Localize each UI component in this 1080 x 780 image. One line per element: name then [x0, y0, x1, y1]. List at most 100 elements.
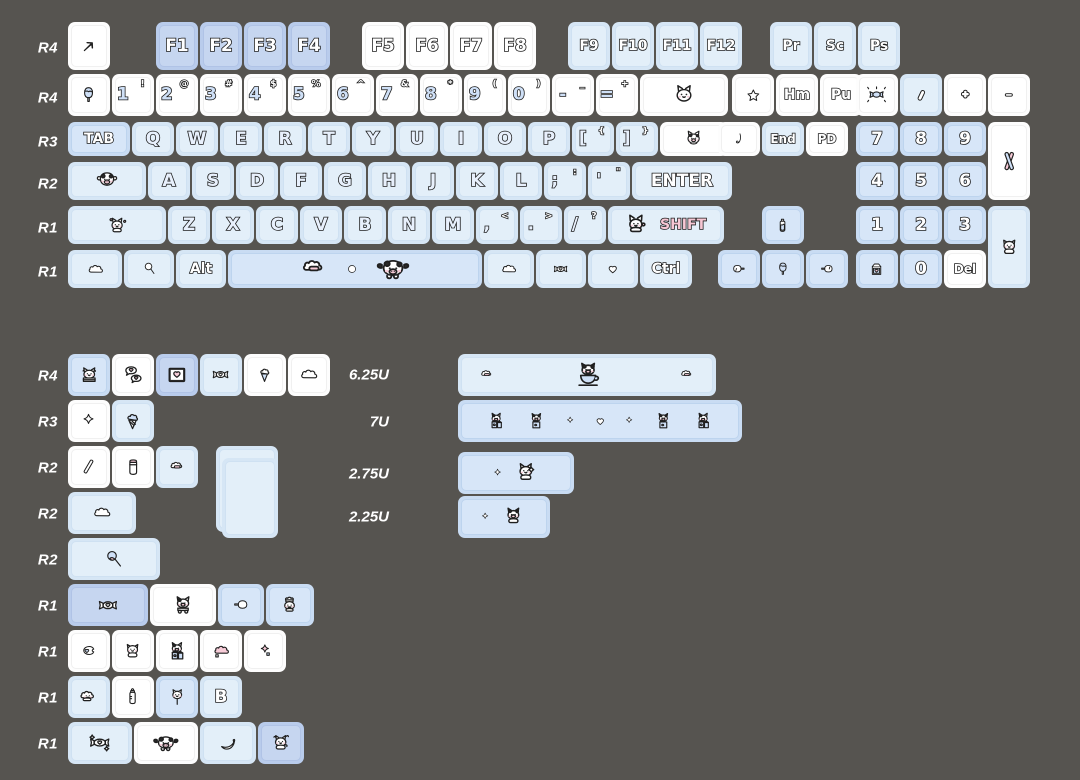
key-bracket-left[interactable]: [{ [572, 122, 614, 156]
key-0[interactable]: 0) [508, 74, 550, 116]
key-f3[interactable]: F3 [244, 22, 286, 70]
key-f6[interactable]: F6 [406, 22, 448, 70]
key-numpad-4[interactable]: 4 [856, 162, 898, 200]
key-bracket-right[interactable]: ]} [616, 122, 658, 156]
key-numpad-minus[interactable] [988, 74, 1030, 116]
key-capslock[interactable] [68, 162, 146, 200]
key-h[interactable]: H [368, 162, 410, 200]
key-numpad-7[interactable]: 7 [856, 122, 898, 156]
key-1[interactable]: 1! [112, 74, 154, 116]
key-numpad-9[interactable]: 9 [944, 122, 986, 156]
key-f[interactable]: F [280, 162, 322, 200]
key-j[interactable]: J [412, 162, 454, 200]
key-right-ctrl[interactable]: Ctrl [640, 250, 692, 288]
novelty-key[interactable] [200, 722, 256, 764]
key-sc[interactable]: Sc [814, 22, 856, 70]
novelty-key[interactable] [156, 676, 198, 718]
novelty-key[interactable] [244, 630, 286, 672]
novelty-key[interactable] [112, 630, 154, 672]
key-3[interactable]: 3 # [200, 74, 242, 116]
novelty-key[interactable] [156, 446, 198, 488]
key-alt[interactable]: Alt [176, 250, 226, 288]
novelty-key[interactable] [68, 446, 110, 488]
key-numpad-enter[interactable] [988, 206, 1030, 288]
key-=[interactable]: = + [596, 74, 638, 116]
novelty-key[interactable] [134, 722, 198, 764]
key-arrow-up[interactable] [762, 206, 804, 244]
key-arrow-down[interactable] [762, 250, 804, 288]
novelty-key[interactable] [68, 630, 110, 672]
key-i[interactable]: I [440, 122, 482, 156]
key-p[interactable]: P [528, 122, 570, 156]
key-a[interactable]: A [148, 162, 190, 200]
key-numlock[interactable] [856, 74, 898, 116]
key-grave[interactable] [68, 74, 110, 116]
novelty-key[interactable] [112, 354, 154, 396]
key-numpad-divide[interactable] [900, 74, 942, 116]
novelty-key[interactable] [112, 446, 154, 488]
novelty-key[interactable] [266, 584, 314, 626]
key-numpad-5[interactable]: 5 [900, 162, 942, 200]
key-pr[interactable]: Pr [770, 22, 812, 70]
key-5[interactable]: 5% [288, 74, 330, 116]
novelty-key[interactable] [68, 584, 148, 626]
novelty-key[interactable] [68, 492, 136, 534]
key-f9[interactable]: F9 [568, 22, 610, 70]
novelty-key[interactable] [68, 354, 110, 396]
key-numpad-0a[interactable] [856, 250, 898, 288]
key-quote[interactable]: ' " [588, 162, 630, 200]
key-f11[interactable]: F11 [656, 22, 698, 70]
key--[interactable]: - _ [552, 74, 594, 116]
novelty-key[interactable] [200, 630, 242, 672]
novelty-key[interactable] [244, 354, 286, 396]
key-f5[interactable]: F5 [362, 22, 404, 70]
novelty-key[interactable] [68, 676, 110, 718]
key-4[interactable]: 4 $ [244, 74, 286, 116]
key-backspace[interactable] [640, 74, 728, 116]
key-menu[interactable] [588, 250, 638, 288]
large-key[interactable] [458, 354, 716, 396]
key-tab[interactable]: TAB [68, 122, 130, 156]
key-enter[interactable]: ENTER [632, 162, 732, 200]
key-f2[interactable]: F2 [200, 22, 242, 70]
key-c[interactable]: C [256, 206, 298, 244]
key-right-alt[interactable] [484, 250, 534, 288]
key-numpad-multiply[interactable] [944, 74, 986, 116]
key-slash[interactable]: /? [564, 206, 606, 244]
key-insert[interactable] [732, 74, 774, 116]
key-e[interactable]: E [220, 122, 262, 156]
key-r[interactable]: R [264, 122, 306, 156]
key-f8[interactable]: F8 [494, 22, 536, 70]
novelty-key[interactable] [258, 722, 304, 764]
novelty-key[interactable] [68, 400, 110, 442]
key-comma[interactable]: , < [476, 206, 518, 244]
novelty-key[interactable] [156, 630, 198, 672]
key-right-shift[interactable]: SHIFT [608, 206, 724, 244]
key-z[interactable]: Z [168, 206, 210, 244]
key-6[interactable]: 6 ^ [332, 74, 374, 116]
key-numpad-3[interactable]: 3 [944, 206, 986, 244]
novelty-key[interactable] [68, 538, 160, 580]
key-f1[interactable]: F1 [156, 22, 198, 70]
key-x[interactable]: X [212, 206, 254, 244]
novelty-key[interactable] [200, 354, 242, 396]
key-u[interactable]: U [396, 122, 438, 156]
key-8[interactable]: 8 * [420, 74, 462, 116]
key-ps[interactable]: Ps [858, 22, 900, 70]
key-7[interactable]: 7 & [376, 74, 418, 116]
key-w[interactable]: W [176, 122, 218, 156]
large-key[interactable] [458, 400, 742, 442]
key-f4[interactable]: F4 [288, 22, 330, 70]
key-period[interactable]: . > [520, 206, 562, 244]
key-arrow-right[interactable] [806, 250, 848, 288]
key-f12[interactable]: F12 [700, 22, 742, 70]
key-pagedown[interactable]: PD [806, 122, 848, 156]
novelty-key[interactable]: B [200, 676, 242, 718]
key-fn[interactable] [536, 250, 586, 288]
key-q[interactable]: Q [132, 122, 174, 156]
key-end[interactable]: End [762, 122, 804, 156]
novelty-key[interactable] [288, 354, 330, 396]
key-v[interactable]: V [300, 206, 342, 244]
key-numpad-6[interactable]: 6 [944, 162, 986, 200]
novelty-key[interactable] [112, 676, 154, 718]
